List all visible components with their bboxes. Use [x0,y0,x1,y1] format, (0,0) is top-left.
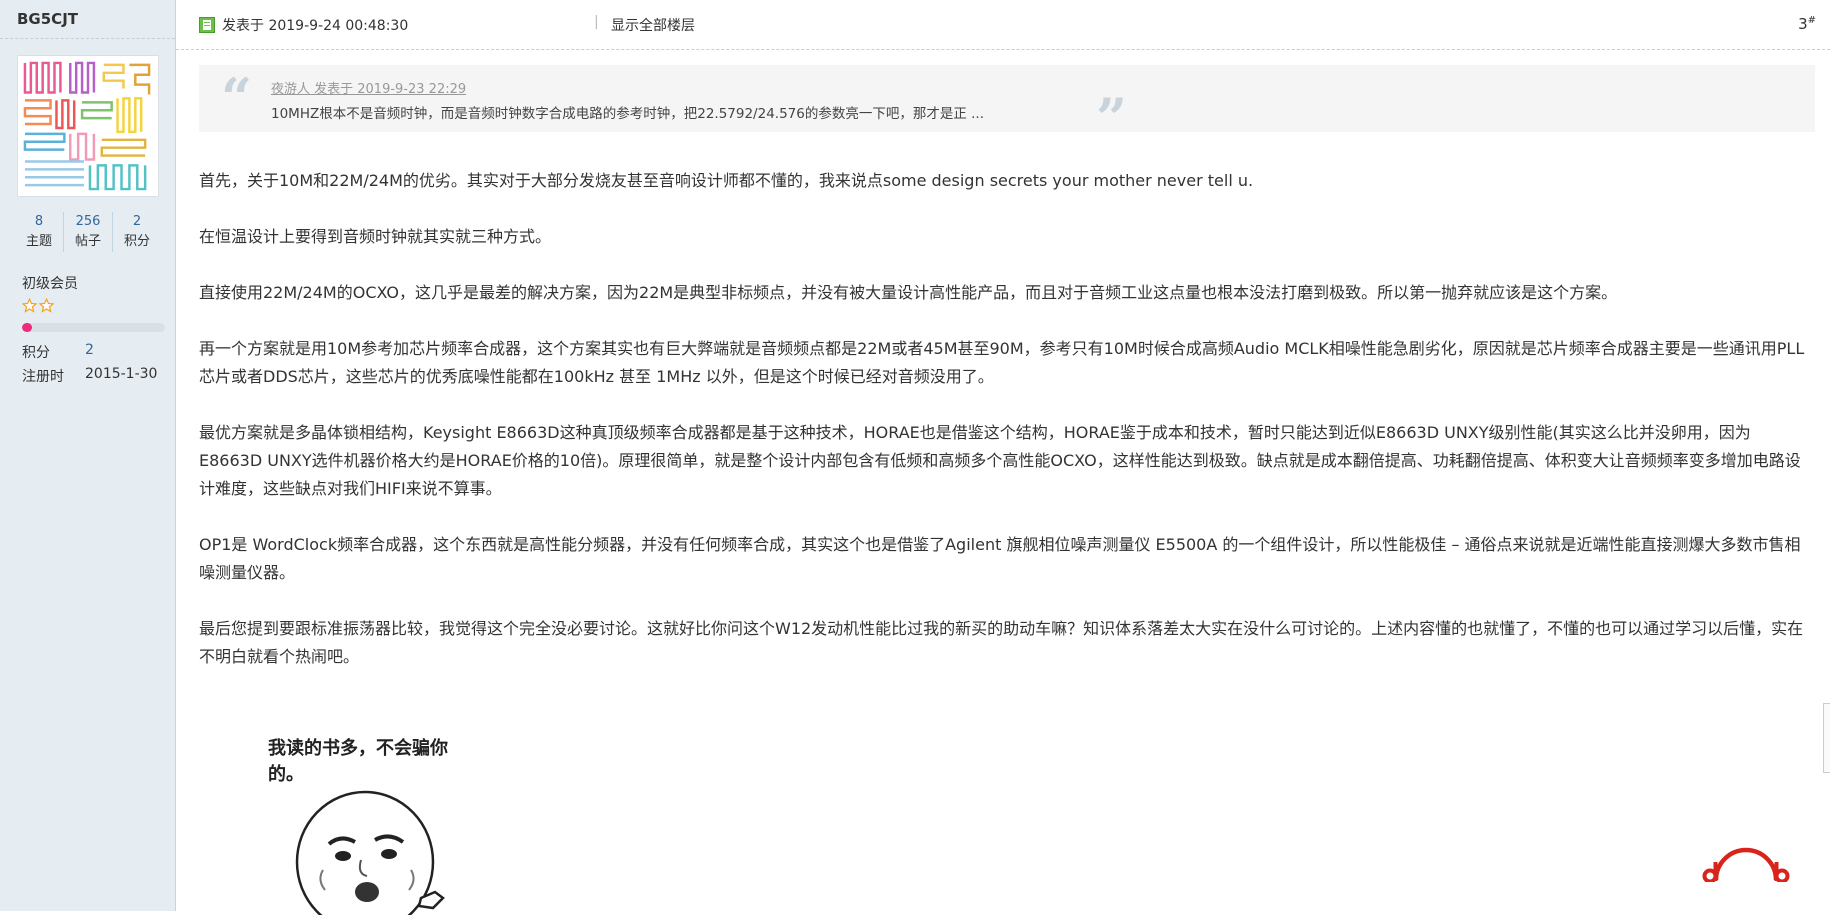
avatar[interactable] [17,55,159,197]
rank-stars [22,298,54,313]
post-paragraph: 首先，关于10M和22M/24M的优劣。其实对于大部分发烧友甚至音响设计师都不懂… [199,171,1254,190]
post-paragraph: 在恒温设计上要得到音频时钟就其实就三种方式。 [199,227,552,246]
site-logo-icon [1702,847,1790,882]
level-progress-fill [22,323,32,332]
show-all-floors-link[interactable]: 显示全部楼层 [611,15,695,35]
floor-number-value: 3 [1798,15,1808,33]
quote-open-icon: “ [221,66,253,130]
stat-points[interactable]: 2 积分 [112,212,161,252]
post-paragraph: 直接使用22M/24M的OCXO，这几乎是最差的解决方案，因为22M是典型非标频… [199,283,1618,302]
info-label: 注册时 [22,369,64,385]
info-register-row: 注册时 2015-1-30 [22,366,157,386]
star-icon [39,298,54,313]
post-content: 首先，关于10M和22M/24M的优劣。其实对于大部分发烧友甚至音响设计师都不懂… [199,167,1811,699]
floor-number[interactable]: 3# [1798,15,1816,33]
post-paragraph: 最后您提到要跟标准振荡器比较，我觉得这个完全没必要讨论。这就好比你问这个W12发… [199,619,1804,666]
stat-posts[interactable]: 256 帖子 [63,212,112,252]
side-scroll-tab[interactable] [1823,703,1830,773]
stat-value: 8 [34,214,44,229]
author-name-bar: BG5CJT [0,0,175,39]
info-value[interactable]: 2 [85,342,94,362]
post-header: 发表于 2019-9-24 00:48:30 | 显示全部楼层 3# [176,0,1830,50]
level-progress-bar [22,323,165,332]
author-username[interactable]: BG5CJT [17,10,78,28]
post-paragraph: 再一个方案就是用10M参考加芯片频率合成器，这个方案其实也有巨大弊端就是音频频点… [199,339,1805,386]
online-status-icon [199,17,215,33]
post-time: 发表于 2019-9-24 00:48:30 [222,18,409,34]
stat-label: 积分 [123,234,150,249]
quote-close-icon: ” [1096,86,1128,150]
info-label: 积分 [22,345,50,361]
stat-value: 256 [75,214,101,229]
post-paragraph: OP1是 WordClock频率合成器，这个东西就是高性能分频器，并没有任何频率… [199,535,1801,582]
header-separator: | [594,14,599,30]
floor-suffix: # [1807,15,1816,26]
user-group[interactable]: 初级会员 [22,273,78,293]
quote-author-link[interactable]: 夜游人 发表于 2019-9-23 22:29 [271,78,466,97]
stat-label: 主题 [25,234,52,249]
info-value: 2015-1-30 [85,366,158,382]
info-points-row: 积分 2 [22,342,94,362]
quote-block: “ 夜游人 发表于 2019-9-23 22:29 10MHZ根本不是音频时钟，… [199,65,1815,145]
meme-face-icon [295,790,445,915]
avatar-image [21,59,155,193]
post-paragraph: 最优方案就是多晶体锁相结构，Keysight E8663D这种真顶级频率合成器都… [199,423,1801,498]
stat-threads[interactable]: 8 主题 [15,212,63,252]
author-stats: 8 主题 256 帖子 2 积分 [15,212,161,252]
stat-value: 2 [132,214,142,229]
star-icon [22,298,37,313]
meme-caption: 我读的书多，不会骗你的。 [268,738,448,785]
author-sidebar: BG5CJT 8 主题 256 帖子 2 积分 初级会员 积分 2 注册时 20… [0,0,176,911]
quote-text: 10MHZ根本不是音频时钟，而是音频时钟数字合成电路的参考时钟，把22.5792… [271,106,985,122]
stat-label: 帖子 [74,234,101,249]
meme-image[interactable]: 我读的书多，不会骗你的。 [255,730,485,915]
